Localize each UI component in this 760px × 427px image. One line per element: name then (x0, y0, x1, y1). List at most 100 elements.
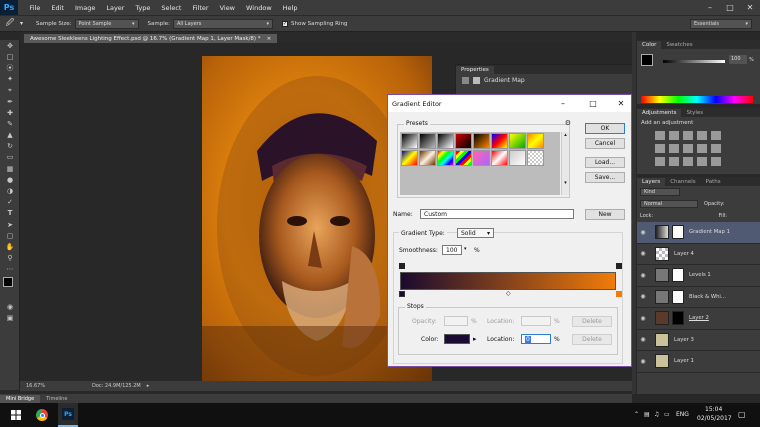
eye-icon[interactable]: ◉ (637, 358, 649, 365)
fg-color-chip[interactable] (641, 54, 653, 66)
dialog-minimize-button[interactable]: – (553, 95, 573, 112)
load-button[interactable]: Load... (585, 157, 625, 168)
preset-swatch[interactable] (473, 133, 490, 149)
foreground-color[interactable] (3, 276, 13, 287)
layer-mask-thumb[interactable] (672, 289, 684, 304)
invert-icon[interactable] (655, 157, 665, 166)
color-balance-icon[interactable] (669, 144, 679, 153)
channel-mixer-icon[interactable] (711, 144, 721, 153)
exposure-icon[interactable] (697, 131, 707, 140)
preset-swatch[interactable] (437, 150, 454, 166)
minimize-button[interactable]: – (700, 0, 720, 15)
tab-paths[interactable]: Paths (701, 178, 726, 186)
quick-mask-icon[interactable]: ◉ (0, 301, 20, 312)
layer-mask-thumb[interactable] (672, 225, 684, 240)
network-icon[interactable]: ▤ (644, 411, 650, 418)
layer-mask-thumb[interactable] (672, 268, 684, 283)
opacity-input[interactable] (444, 316, 468, 326)
clock-time[interactable]: 15:04 (705, 406, 722, 413)
preset-swatch[interactable] (419, 133, 436, 149)
gear-icon[interactable]: ⚙ (565, 119, 571, 127)
language-indicator[interactable]: ENG (676, 411, 689, 418)
opacity-stop-right[interactable] (616, 263, 622, 269)
menu-help[interactable]: Help (277, 4, 303, 12)
stop-color-swatch[interactable] (444, 334, 470, 344)
preset-swatch[interactable] (419, 150, 436, 166)
brush-tool-icon[interactable]: ✎ (0, 118, 20, 129)
threshold-icon[interactable] (683, 157, 693, 166)
history-brush-icon[interactable]: ↻ (0, 141, 20, 152)
color-location-input[interactable]: 0 (521, 334, 551, 344)
chrome-taskbar-icon[interactable] (32, 403, 52, 427)
chevron-down-icon[interactable]: ▾ (464, 246, 467, 252)
menu-edit[interactable]: Edit (46, 4, 70, 12)
tab-adjustments[interactable]: Adjustments (637, 108, 682, 117)
close-button[interactable]: ✕ (740, 0, 760, 15)
shape-tool-icon[interactable]: ▢ (0, 230, 20, 241)
tab-layers[interactable]: Layers (637, 177, 666, 186)
preset-swatch[interactable] (401, 150, 418, 166)
cancel-button[interactable]: Cancel (585, 138, 625, 149)
tab-mini-bridge[interactable]: Mini Bridge (0, 394, 41, 403)
preset-swatch[interactable] (527, 133, 544, 149)
menu-view[interactable]: View (214, 4, 240, 12)
layer-mask-thumb[interactable] (672, 311, 684, 326)
maximize-button[interactable]: □ (720, 0, 740, 15)
chevron-down-icon[interactable]: ▾ (20, 20, 23, 27)
opacity-stop-left[interactable] (399, 263, 405, 269)
move-tool-icon[interactable]: ✥ (0, 40, 20, 51)
lasso-tool-icon[interactable]: ⦿ (0, 62, 20, 73)
tab-timeline[interactable]: Timeline (40, 395, 73, 403)
eyedropper-icon[interactable]: 🖉 (0, 17, 20, 31)
vibrance-icon[interactable] (711, 131, 721, 140)
new-button[interactable]: New (585, 209, 625, 220)
brightness-slider[interactable] (663, 60, 725, 63)
delete-color-stop-button[interactable]: Delete (572, 334, 612, 345)
chevron-right-icon[interactable]: ▸ (147, 383, 150, 389)
brightness-value[interactable]: 100 (729, 55, 747, 64)
color-menu-arrow-icon[interactable]: ▸ (473, 335, 477, 343)
gradient-preview-bar[interactable] (400, 272, 616, 290)
delete-opacity-stop-button[interactable]: Delete (572, 316, 612, 327)
tab-styles[interactable]: Styles (681, 109, 708, 117)
tab-color[interactable]: Color (637, 40, 662, 49)
crop-tool-icon[interactable]: ⌖ (0, 85, 20, 96)
midpoint-diamond-icon[interactable]: ◇ (506, 290, 511, 297)
volume-icon[interactable]: ♫ (654, 411, 659, 418)
save-button[interactable]: Save... (585, 172, 625, 183)
layer-row[interactable]: ◉ Levels 1 (637, 265, 760, 287)
preset-swatch[interactable] (455, 150, 472, 166)
gradient-map-icon[interactable] (697, 157, 707, 166)
eye-icon[interactable]: ◉ (637, 336, 649, 343)
photo-filter-icon[interactable] (697, 144, 707, 153)
document-tab[interactable]: Awesome Sleekleens Lighting Effect.psd @… (24, 34, 278, 43)
preset-swatch[interactable] (509, 133, 526, 149)
menu-type[interactable]: Type (130, 4, 156, 12)
notifications-icon[interactable]: ▢ (738, 410, 746, 419)
marquee-tool-icon[interactable]: □ (0, 51, 20, 62)
opacity-location-input[interactable] (521, 316, 551, 326)
eye-icon[interactable]: ◉ (637, 229, 649, 236)
menu-filter[interactable]: Filter (187, 4, 214, 12)
dialog-close-button[interactable]: ✕ (611, 95, 631, 112)
hand-tool-icon[interactable]: ✋ (0, 241, 20, 252)
posterize-icon[interactable] (669, 157, 679, 166)
layer-row[interactable]: ◉ Layer 4 (637, 244, 760, 265)
menu-layer[interactable]: Layer (101, 4, 130, 12)
layer-row[interactable]: ◉ Layer 1 (637, 351, 760, 373)
show-ring-checkbox[interactable]: ✓ (282, 20, 289, 27)
preset-swatch[interactable] (527, 150, 544, 166)
preset-swatch[interactable] (509, 150, 526, 166)
color-stop-right[interactable] (616, 291, 622, 297)
presets-scrollbar[interactable]: ▴ ▾ (561, 132, 569, 195)
layer-row[interactable]: ◉ Layer 3 (637, 330, 760, 351)
type-tool-icon[interactable]: T (0, 208, 20, 219)
selective-color-icon[interactable] (711, 157, 721, 166)
windows-start-icon[interactable] (0, 403, 32, 427)
eraser-tool-icon[interactable]: ▭ (0, 152, 20, 163)
ok-button[interactable]: OK (585, 123, 625, 134)
layer-row[interactable]: ◉ Layer 2 (637, 308, 760, 330)
path-select-icon[interactable]: ➤ (0, 219, 20, 230)
sample-select[interactable]: All Layers ▾ (173, 18, 274, 29)
pen-tool-icon[interactable]: ✓ (0, 197, 20, 208)
